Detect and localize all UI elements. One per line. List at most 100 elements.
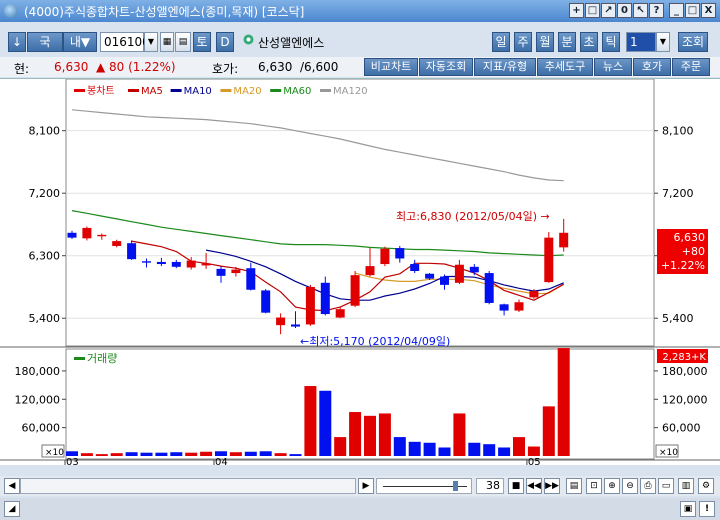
volume-bar (498, 447, 511, 456)
to-button[interactable]: 토 (193, 32, 211, 52)
screen-icon[interactable]: ▭ (658, 478, 674, 494)
quote-values: 6,630 /6,600 (258, 60, 339, 74)
close-icon[interactable]: X (701, 3, 716, 18)
window-list-icon[interactable]: ▣ (680, 501, 696, 517)
candle (231, 269, 241, 274)
ma-line-ma5 (131, 240, 564, 312)
chart-area[interactable]: 5,4005,4006,3006,3007,2007,2008,1008,100… (0, 78, 720, 468)
candle (276, 317, 286, 326)
maximize-icon[interactable]: □ (685, 3, 700, 18)
tab-week[interactable]: 주 (514, 32, 532, 52)
indicator-type-button[interactable]: 지표/유형 (474, 58, 536, 76)
window-icon[interactable]: □ (585, 3, 600, 18)
price-tick-label-left: 6,300 (29, 250, 61, 263)
print-icon[interactable]: ⎙ (640, 478, 656, 494)
candle (127, 243, 137, 260)
high-annotation: 최고:6,830 (2012/05/04일) → (396, 209, 550, 223)
chevron-down-icon[interactable]: ▼ (144, 32, 158, 52)
tab-day[interactable]: 일 (492, 32, 510, 52)
price-tick-label-right: 7,200 (662, 187, 694, 200)
stock-chart[interactable]: 5,4005,4006,3006,3007,2007,2008,1008,100… (0, 78, 720, 468)
volume-tick-label-left: 180,000 (15, 365, 61, 378)
minimize-icon[interactable]: _ (669, 3, 684, 18)
stop-icon[interactable]: ■ (508, 478, 524, 494)
layout-icon[interactable]: ▥ (678, 478, 694, 494)
volume-tick-label-left: 60,000 (22, 422, 61, 435)
market-dropdown[interactable]: 내▼ (63, 32, 97, 52)
price-change: ▲ 80 (1.22%) (96, 60, 176, 74)
news-button[interactable]: 뉴스 (594, 58, 632, 76)
legend-swatch (170, 89, 182, 92)
price-badge-line: +1.22% (661, 259, 705, 272)
auto-refresh-button[interactable]: 자동조회 (419, 58, 473, 76)
volume-tick-label-right: 60,000 (662, 422, 701, 435)
tab-minute[interactable]: 분 (558, 32, 576, 52)
price-tick-label-left: 7,200 (29, 187, 61, 200)
volume-bar (66, 451, 78, 456)
rewind-icon[interactable]: ◀◀ (526, 478, 542, 494)
volume-tick-label-left: 120,000 (15, 393, 61, 406)
zoom-slider[interactable] (376, 478, 472, 494)
calendar-icon[interactable]: ▤ (175, 32, 191, 52)
volume-bar (393, 437, 406, 456)
price-label: 현: (14, 62, 30, 76)
zoom-in-icon[interactable]: ⊕ (604, 478, 620, 494)
candle (186, 260, 196, 268)
link-icon[interactable]: ↖ (633, 3, 648, 18)
quote-button[interactable]: 호가 (633, 58, 671, 76)
compare-chart-button[interactable]: 비교차트 (364, 58, 418, 76)
zero-button[interactable]: 0 (617, 3, 632, 18)
resize-icon[interactable]: ◢ (4, 501, 20, 517)
alert-icon[interactable]: ! (699, 501, 715, 517)
candle (82, 227, 92, 239)
d-button[interactable]: D (216, 32, 234, 52)
zoom-area-icon[interactable]: ⊡ (586, 478, 602, 494)
price-badge-line: +80 (682, 245, 705, 258)
legend-swatch (320, 89, 331, 92)
help-icon[interactable]: ? (649, 3, 664, 18)
legend-swatch (128, 89, 139, 92)
volume-bar (304, 386, 317, 456)
candle (514, 302, 524, 311)
price-tick-label-left: 8,100 (29, 125, 61, 138)
scroll-right-icon[interactable]: ▶ (358, 478, 374, 494)
volume-bar (259, 451, 272, 456)
scroll-left-icon[interactable]: ◀ (4, 478, 20, 494)
stock-code-input[interactable]: 016100 (100, 32, 150, 52)
market-selector[interactable]: 국 (27, 32, 63, 52)
tab-second[interactable]: 초 (580, 32, 598, 52)
add-icon[interactable]: + (569, 3, 584, 18)
legend-label: MA60 (283, 86, 311, 97)
x10-label-left: ×10 (45, 448, 64, 458)
quote-label: 호가: (212, 62, 239, 76)
zoom-count-input[interactable]: 38 (476, 478, 504, 494)
x10-label-right: ×10 (659, 448, 678, 458)
chart-scrollbar[interactable] (20, 478, 356, 494)
zoom-out-icon[interactable]: ⊖ (622, 478, 638, 494)
lookup-button[interactable]: 조회 (678, 32, 708, 52)
scroll-down-icon[interactable]: ↓ (8, 32, 26, 52)
candle (365, 266, 375, 276)
settings-icon[interactable]: ⚙ (698, 478, 714, 494)
period-dropdown-icon[interactable]: ▼ (656, 32, 670, 52)
tab-month[interactable]: 월 (536, 32, 554, 52)
order-button[interactable]: 주문 (672, 58, 710, 76)
candle (454, 264, 464, 283)
period-input[interactable]: 1 (626, 32, 656, 52)
date-label: 03 (66, 457, 79, 465)
date-label: 04 (215, 457, 228, 465)
candle (544, 237, 554, 283)
current-price: 6,630 (54, 60, 89, 74)
trend-tools-button[interactable]: 추세도구 (537, 58, 593, 76)
pin-icon[interactable]: ↗ (601, 3, 616, 18)
candle (440, 276, 449, 285)
volume-tick-label-right: 120,000 (662, 393, 708, 406)
app-icon (4, 4, 18, 18)
tab-tick[interactable]: 틱 (602, 32, 620, 52)
table-icon[interactable]: ▤ (566, 478, 582, 494)
candle (469, 266, 479, 273)
grid-icon[interactable]: ▦ (160, 32, 174, 52)
fast-forward-icon[interactable]: ▶▶ (544, 478, 560, 494)
volume-bar (170, 452, 183, 456)
volume-bar (155, 452, 168, 456)
